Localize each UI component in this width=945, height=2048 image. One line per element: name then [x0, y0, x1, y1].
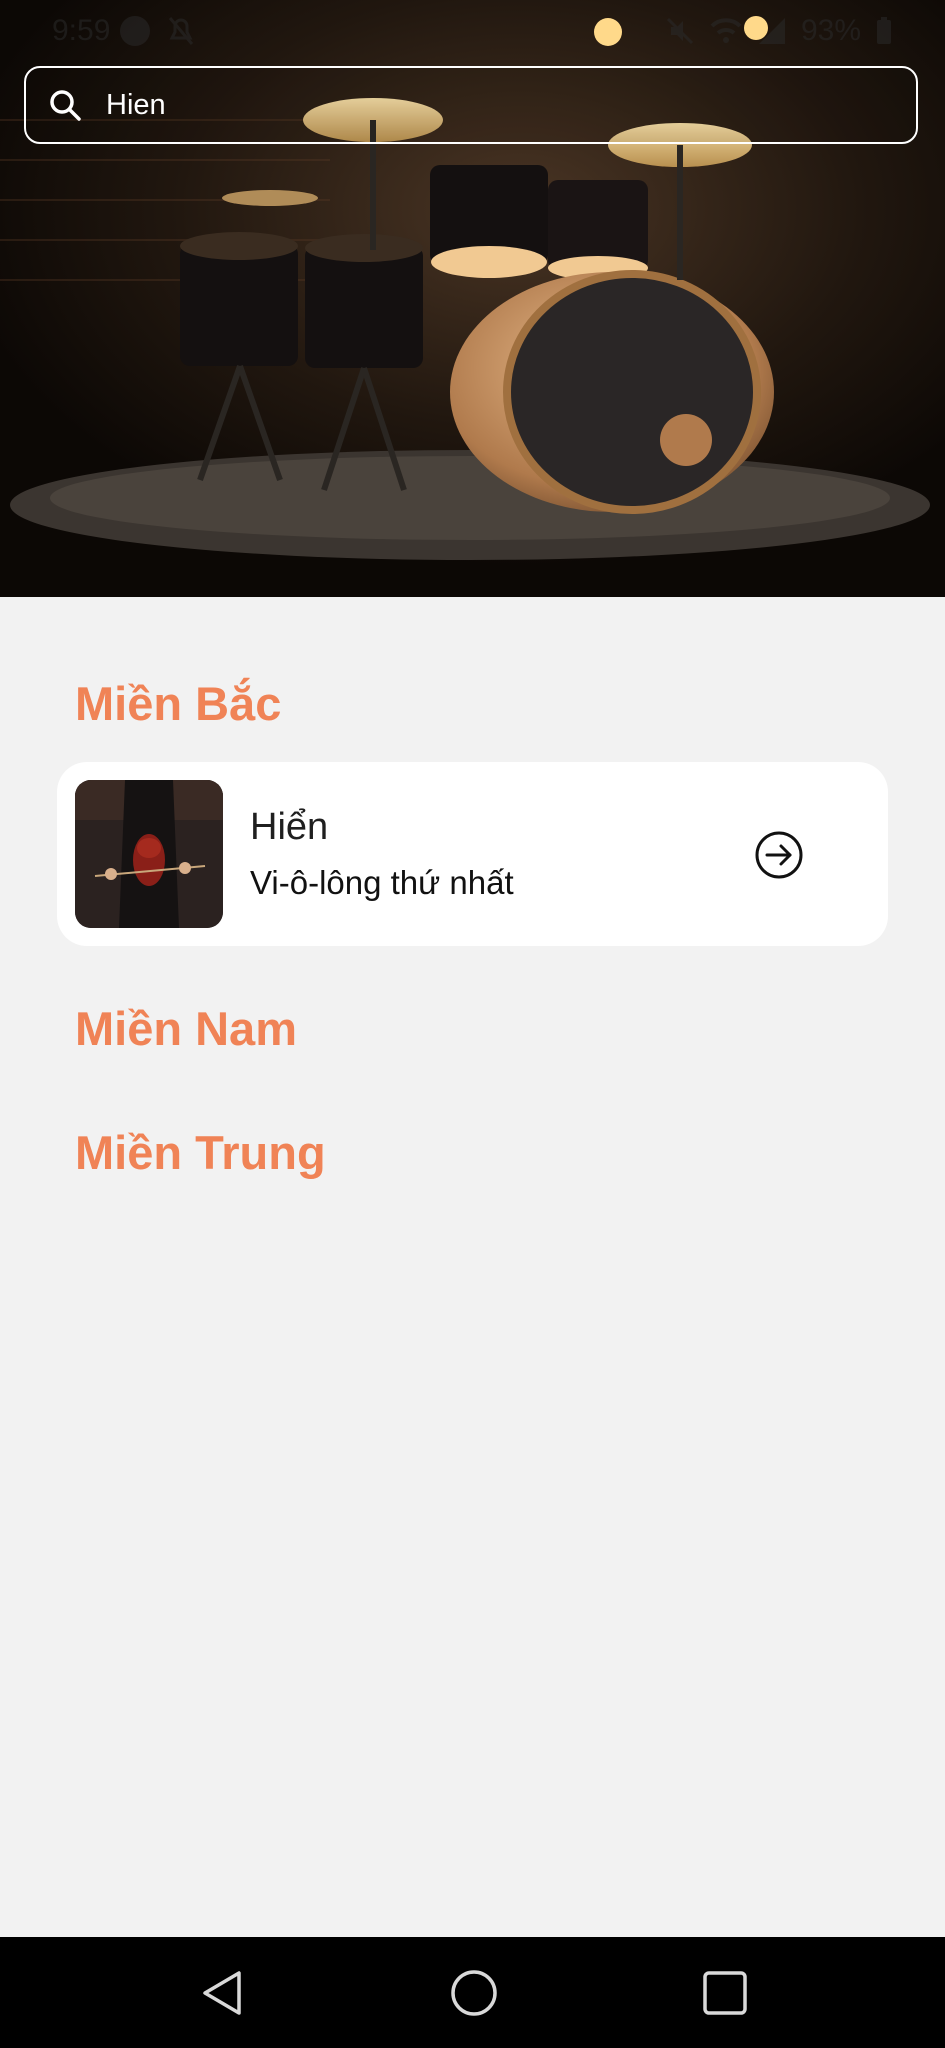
- result-title: Hiển: [250, 806, 329, 848]
- search-icon: [50, 90, 81, 121]
- hero-drum-kit-image: 9:59 93%: [0, 0, 945, 597]
- home-circle-icon[interactable]: [446, 1965, 502, 2021]
- section-title-mien-trung[interactable]: Miền Trung: [75, 1125, 326, 1180]
- search-bar[interactable]: [24, 66, 918, 144]
- arrow-right-circle-icon[interactable]: [752, 828, 806, 882]
- back-triangle-icon[interactable]: [195, 1965, 251, 2021]
- section-title-mien-nam[interactable]: Miền Nam: [75, 1001, 297, 1056]
- section-title-mien-bac: Miền Bắc: [75, 677, 282, 730]
- battery-icon: [877, 17, 891, 44]
- status-bar: 9:59 93%: [0, 0, 945, 62]
- signal-icon: [758, 18, 785, 44]
- violin-player-thumbnail: [75, 780, 223, 928]
- wifi-icon: [710, 18, 742, 43]
- bell-off-icon: [168, 17, 194, 45]
- result-subtitle: Vi-ô-lông thứ nhất: [250, 864, 514, 901]
- status-time: 9:59: [52, 14, 111, 47]
- system-nav-bar: [0, 1937, 945, 2048]
- mute-icon: [666, 17, 694, 45]
- battery-percent: 93%: [800, 14, 861, 47]
- app-notification-icon: [120, 16, 150, 46]
- result-card[interactable]: Hiển Vi-ô-lông thứ nhất: [57, 762, 888, 946]
- search-input[interactable]: [106, 88, 886, 122]
- recents-square-icon[interactable]: [697, 1965, 753, 2021]
